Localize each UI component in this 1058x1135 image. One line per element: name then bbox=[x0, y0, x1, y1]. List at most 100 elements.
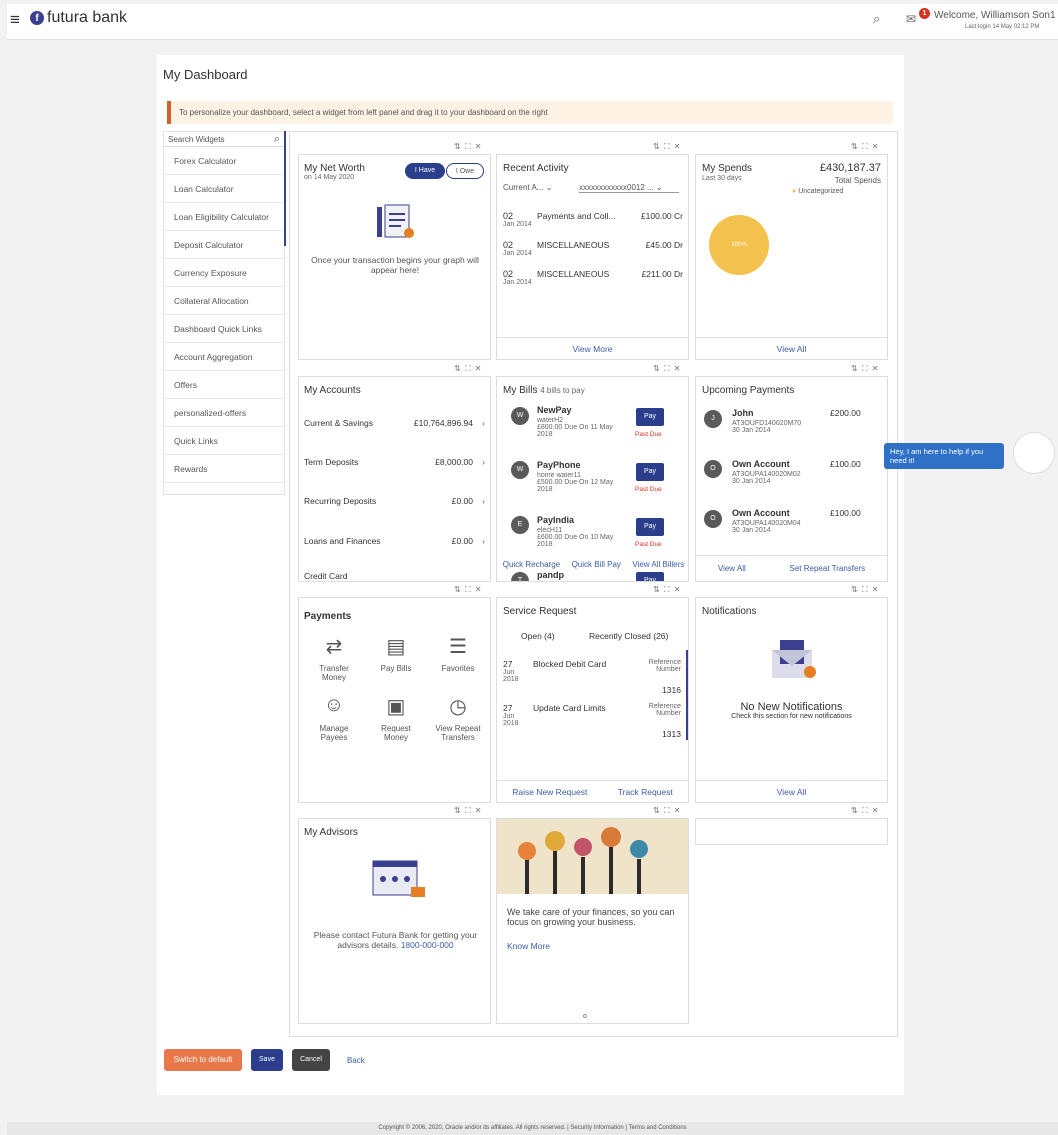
sidebar-item[interactable]: Dashboard Quick Links bbox=[164, 315, 284, 343]
sidebar-item[interactable]: Collateral Allocation bbox=[164, 287, 284, 315]
biller-name: pandp bbox=[537, 570, 564, 580]
search-icon[interactable]: ⌕ bbox=[873, 11, 880, 27]
account-row[interactable]: Loans and Finances £0.00 › bbox=[304, 536, 487, 546]
manage-payees-label[interactable]: Manage Payees bbox=[310, 724, 358, 742]
activity-row[interactable]: 02 MISCELLANEOUS £211.00 Dr Jan 2014 bbox=[503, 269, 683, 286]
raise-new-request-link[interactable]: Raise New Request bbox=[512, 787, 587, 797]
request-icon[interactable]: ▣ bbox=[381, 694, 411, 719]
widget-search-input[interactable]: Search Widgets ⌕ bbox=[164, 132, 284, 147]
payee-name: Own Account bbox=[732, 459, 790, 469]
service-request-row[interactable]: 27 Jun 2018 Blocked Debit Card Reference… bbox=[503, 659, 681, 695]
account-type-select[interactable]: Current A... ⌄ bbox=[503, 183, 552, 192]
sidebar-item[interactable]: personalized-offers bbox=[164, 399, 284, 427]
widget-controls[interactable]: ⇅ ⛶ ✕ bbox=[851, 806, 879, 816]
sidebar-item[interactable]: Account Aggregation bbox=[164, 343, 284, 371]
sidebar-item[interactable]: Currency Exposure bbox=[164, 259, 284, 287]
cancel-button[interactable]: Cancel bbox=[292, 1049, 330, 1071]
widget-controls[interactable]: ⇅ ⛶ ✕ bbox=[653, 142, 681, 152]
set-repeat-transfers-link[interactable]: Set Repeat Transfers bbox=[790, 564, 866, 573]
pay-button[interactable]: Pay bbox=[636, 518, 664, 536]
back-link[interactable]: Back bbox=[347, 1056, 365, 1065]
menu-icon[interactable]: ≡ bbox=[10, 10, 20, 30]
save-button[interactable]: Save bbox=[251, 1049, 283, 1071]
widget-controls[interactable]: ⇅ ⛶ ✕ bbox=[653, 585, 681, 595]
chat-avatar[interactable] bbox=[1013, 432, 1055, 474]
widget-controls[interactable]: ⇅ ⛶ ✕ bbox=[851, 585, 879, 595]
pay-button[interactable]: Pay bbox=[636, 572, 664, 581]
mail-count-badge: 1 bbox=[919, 8, 930, 19]
spends-legend: ● Uncategorized bbox=[792, 188, 844, 195]
widget-controls[interactable]: ⇅ ⛶ ✕ bbox=[851, 364, 879, 374]
welcome-user[interactable]: Welcome, Williamson Son1 ⌄ bbox=[934, 10, 1058, 21]
account-row[interactable]: Credit Card bbox=[304, 571, 347, 581]
view-all-link[interactable]: View All bbox=[696, 780, 887, 797]
recent-activity-widget: Recent Activity Current A... ⌄ xxxxxxxxx… bbox=[496, 154, 689, 360]
activity-row[interactable]: 02 MISCELLANEOUS £45.00 Dr Jan 2014 bbox=[503, 240, 683, 257]
sidebar-item[interactable]: Loan Eligibility Calculator bbox=[164, 203, 284, 231]
quick-bill-pay-link[interactable]: Quick Bill Pay bbox=[572, 560, 621, 569]
favorites-icon[interactable]: ☰ bbox=[443, 634, 473, 659]
quick-recharge-link[interactable]: Quick Recharge bbox=[503, 560, 560, 569]
account-row[interactable]: Recurring Deposits £0.00 › bbox=[304, 496, 487, 506]
pay-bills-label[interactable]: Pay Bills bbox=[372, 664, 420, 673]
sidebar-item[interactable]: Quick Links bbox=[164, 427, 284, 455]
spends-pie-chart[interactable]: 100% bbox=[709, 215, 769, 275]
widget-controls[interactable]: ⇅ ⛶ ✕ bbox=[454, 142, 482, 152]
page-title: My Dashboard bbox=[163, 67, 248, 82]
tab-i-have[interactable]: I Have bbox=[405, 163, 445, 179]
sidebar-item[interactable]: Offers bbox=[164, 371, 284, 399]
sidebar-item[interactable]: Deposit Calculator bbox=[164, 231, 284, 259]
biller-avatar: W bbox=[511, 461, 529, 479]
tab-i-owe[interactable]: I Owe bbox=[446, 163, 484, 179]
payment-amount: £100.00 bbox=[830, 508, 861, 518]
pay-button[interactable]: Pay bbox=[636, 408, 664, 426]
brand-logo[interactable]: f futura bank bbox=[30, 9, 127, 27]
sidebar-item[interactable]: Rewards bbox=[164, 455, 284, 483]
transfer-icon[interactable]: ⇄ bbox=[319, 634, 349, 659]
request-money-label[interactable]: Request Money bbox=[372, 724, 420, 742]
view-more-link[interactable]: View More bbox=[497, 337, 688, 354]
repeat-icon[interactable]: ◷ bbox=[443, 694, 473, 719]
widget-controls[interactable]: ⇅ ⛶ ✕ bbox=[653, 806, 681, 816]
notifications-subtext: Check this section for new notifications bbox=[731, 713, 852, 720]
transfer-money-label[interactable]: Transfer Money bbox=[310, 664, 358, 682]
envelope-icon bbox=[768, 636, 820, 682]
tab-open[interactable]: Open (4) bbox=[521, 631, 555, 641]
advisor-phone-link[interactable]: 1800-000-000 bbox=[401, 940, 454, 950]
sidebar-item[interactable]: Forex Calculator bbox=[164, 147, 284, 175]
sidebar-item[interactable]: Loan Calculator bbox=[164, 175, 284, 203]
view-all-link[interactable]: View All bbox=[718, 564, 746, 573]
account-number-select[interactable]: xxxxxxxxxxxx0012 ... ⌄ bbox=[579, 183, 679, 193]
no-notifications-text: No New Notifications bbox=[740, 701, 843, 713]
service-scrollbar[interactable] bbox=[686, 650, 688, 740]
payee-name: John bbox=[732, 408, 754, 418]
payee-icon[interactable]: ☺ bbox=[319, 694, 349, 717]
widget-controls[interactable]: ⇅ ⛶ ✕ bbox=[653, 364, 681, 374]
view-repeat-transfers-label[interactable]: View Repeat Transfers bbox=[434, 724, 482, 742]
view-all-link[interactable]: View All bbox=[696, 337, 887, 354]
tab-recently-closed[interactable]: Recently Closed (26) bbox=[589, 631, 668, 641]
favorites-label[interactable]: Favorites bbox=[434, 664, 482, 673]
biller-name: NewPay bbox=[537, 405, 572, 415]
mail-icon[interactable]: ✉ bbox=[906, 12, 916, 26]
account-row[interactable]: Current & Savings £10,764,896.94 › bbox=[304, 418, 487, 428]
service-request-row[interactable]: 27 Jun 2018 Update Card Limits Reference… bbox=[503, 703, 681, 739]
switch-to-default-button[interactable]: Switch to default bbox=[164, 1049, 242, 1071]
widget-title: Notifications bbox=[702, 606, 757, 617]
widget-controls[interactable]: ⇅ ⛶ ✕ bbox=[454, 364, 482, 374]
chat-bubble[interactable]: Hey, I am here to help if you need it! bbox=[884, 443, 1004, 469]
sidebar-scrollbar[interactable] bbox=[284, 131, 286, 246]
widget-controls[interactable]: ⇅ ⛶ ✕ bbox=[454, 806, 482, 816]
widget-controls[interactable]: ⇅ ⛶ ✕ bbox=[851, 142, 879, 152]
view-all-billers-link[interactable]: View All Billers bbox=[632, 560, 684, 569]
empty-widget-slot[interactable] bbox=[695, 818, 888, 845]
track-request-link[interactable]: Track Request bbox=[618, 787, 673, 797]
widget-controls[interactable]: ⇅ ⛶ ✕ bbox=[454, 585, 482, 595]
pay-button[interactable]: Pay bbox=[636, 463, 664, 481]
bill-icon[interactable]: ▤ bbox=[381, 634, 411, 659]
activity-row[interactable]: 02 Payments and Coll... £100.00 Cr Jan 2… bbox=[503, 211, 683, 228]
account-row[interactable]: Term Deposits £8,000.00 › bbox=[304, 457, 487, 467]
know-more-link[interactable]: Know More bbox=[507, 941, 550, 951]
carousel-dot[interactable]: o bbox=[583, 1013, 587, 1020]
last-login: Last login 14 May 02:12 PM bbox=[965, 24, 1040, 30]
